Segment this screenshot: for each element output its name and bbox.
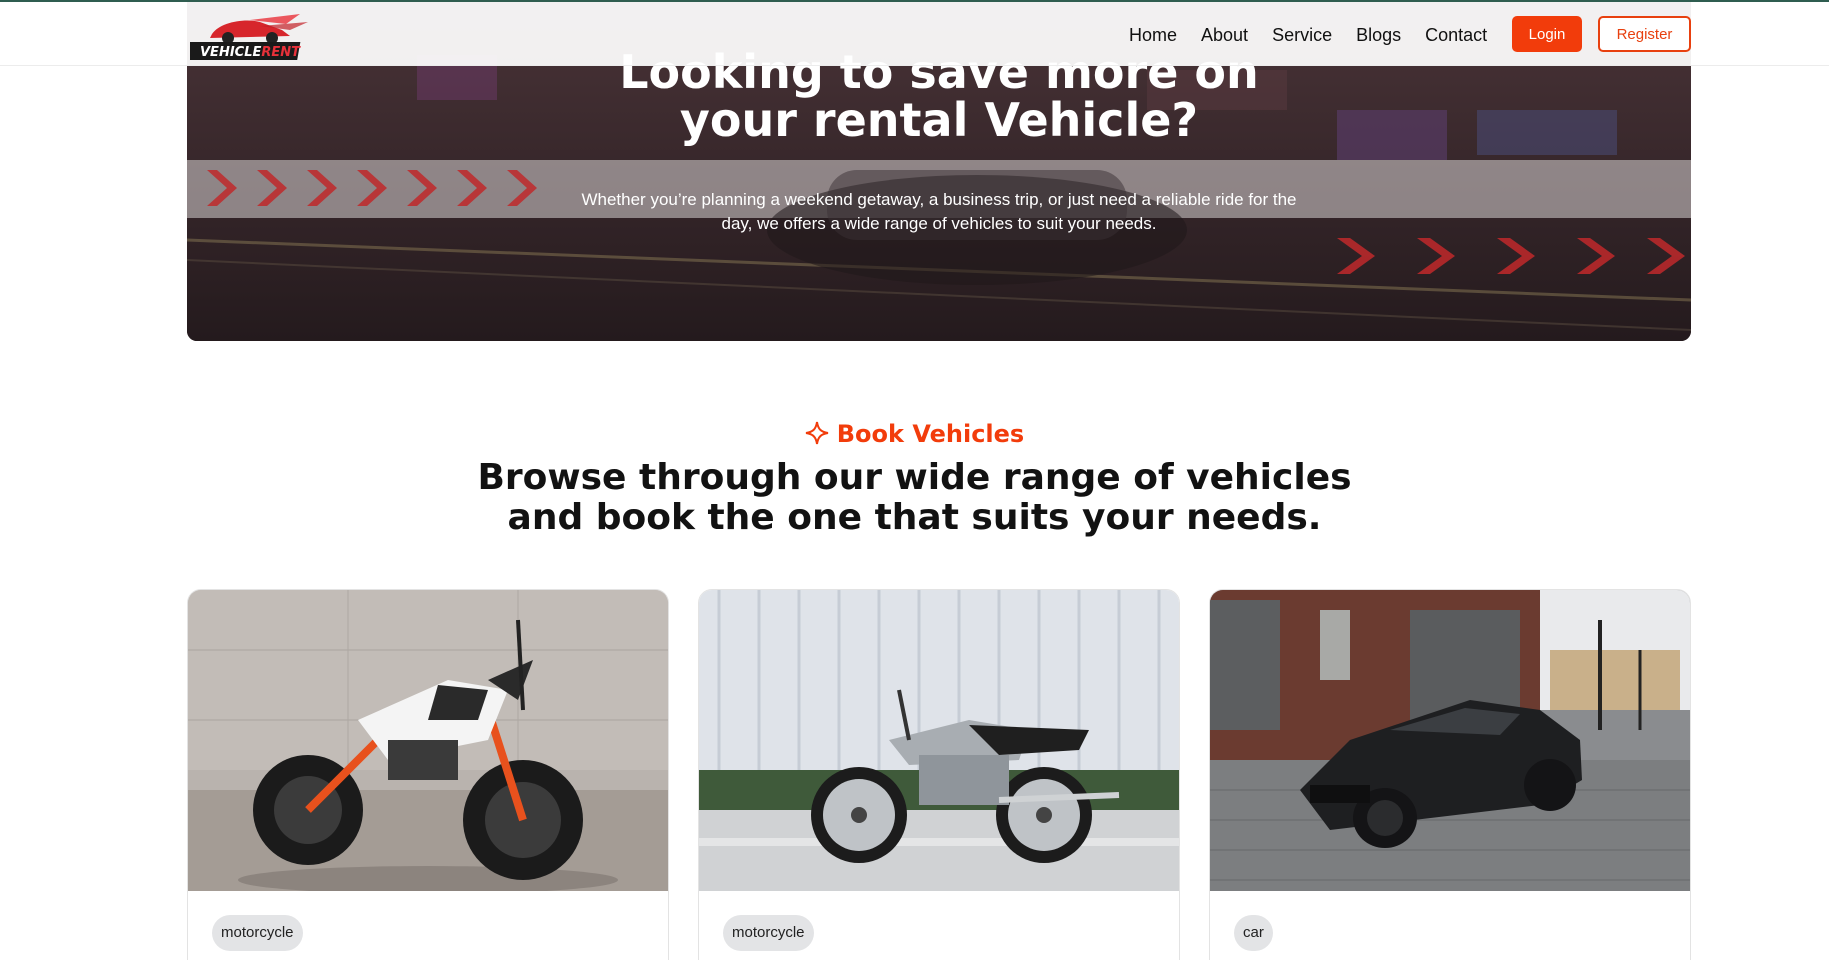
- nav-link-contact[interactable]: Contact: [1425, 22, 1487, 48]
- vehicle-image-motorcycle: [188, 590, 668, 891]
- nav-link-service[interactable]: Service: [1272, 22, 1332, 48]
- brand-logo[interactable]: VEHICLERENT: [185, 10, 310, 62]
- vehicle-type-tag: car: [1234, 915, 1273, 951]
- car-logo-icon: VEHICLERENT: [185, 14, 308, 60]
- hero-subtitle: Whether you’re planning a weekend getawa…: [581, 190, 1297, 233]
- section-title: Browse through our wide range of vehicle…: [0, 458, 1829, 538]
- nav-links: Home About Service Blogs Contact: [1129, 22, 1511, 48]
- login-button[interactable]: Login: [1512, 16, 1582, 52]
- section-title-line2: and book the one that suits your needs.: [507, 497, 1322, 538]
- section-title-line1: Browse through our wide range of vehicle…: [477, 457, 1352, 498]
- top-accent-line: [0, 0, 1829, 2]
- logo-wordmark: VEHICLERENT: [200, 45, 301, 60]
- sparkle-icon: [805, 421, 829, 451]
- vehicle-type-tag: motorcycle: [723, 915, 814, 951]
- vehicle-card[interactable]: motorcycle: [698, 589, 1180, 960]
- navbar: VEHICLERENT Home About Service Blogs Con…: [0, 2, 1829, 66]
- nav-link-about[interactable]: About: [1201, 22, 1248, 48]
- hero-title-line2: your rental Vehicle?: [679, 93, 1199, 147]
- nav-link-home[interactable]: Home: [1129, 22, 1177, 48]
- nav-link-blogs[interactable]: Blogs: [1356, 22, 1401, 48]
- vehicle-card[interactable]: car: [1209, 589, 1691, 960]
- register-button[interactable]: Register: [1598, 16, 1691, 52]
- vehicle-type-tag: motorcycle: [212, 915, 303, 951]
- vehicle-card[interactable]: motorcycle: [187, 589, 669, 960]
- vehicle-image-motorcycle: [699, 590, 1179, 891]
- section-eyebrow: Book Vehicles: [0, 420, 1829, 451]
- vehicle-image-car: [1210, 590, 1690, 891]
- section-eyebrow-label: Book Vehicles: [836, 420, 1025, 448]
